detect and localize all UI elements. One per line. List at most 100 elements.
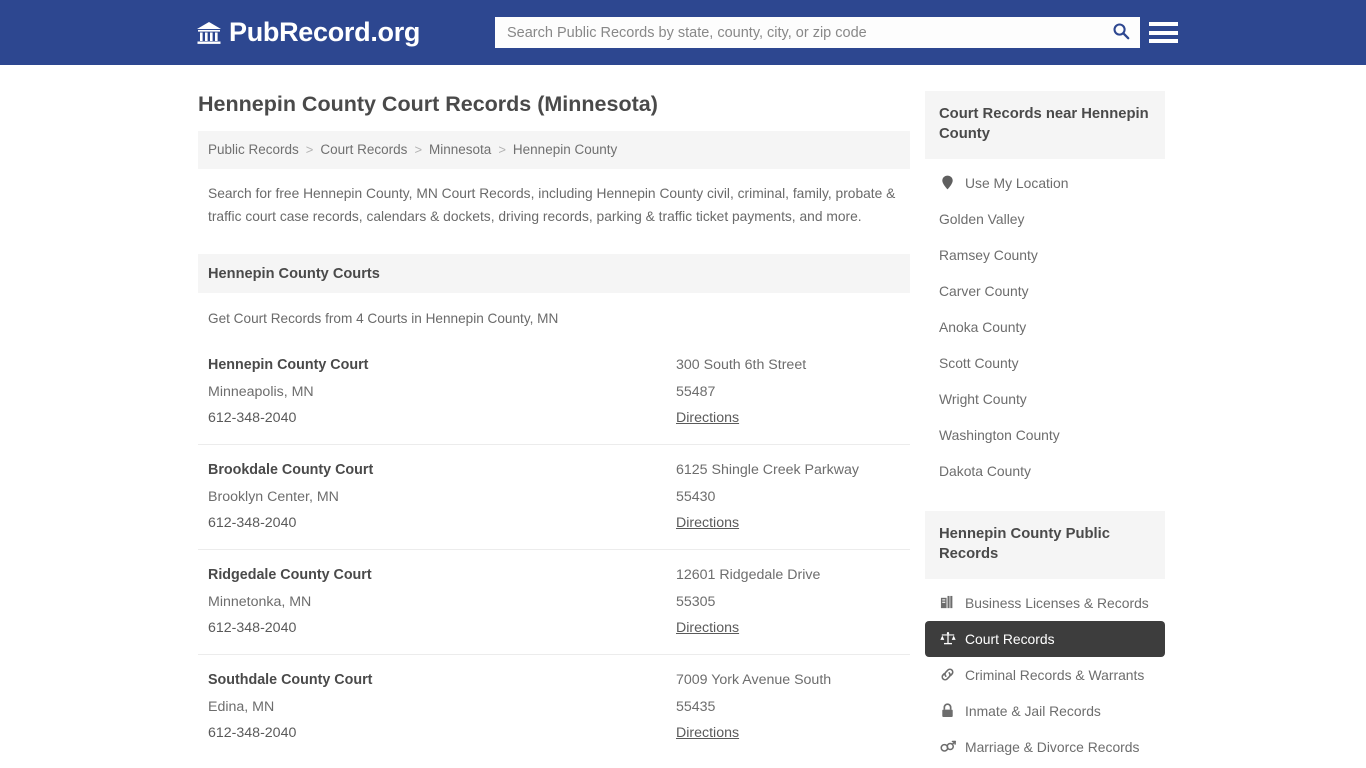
directions-link[interactable]: Directions	[676, 510, 739, 536]
court-name-link[interactable]: Hennepin County Court	[208, 352, 676, 378]
sidebar: Court Records near Hennepin County Use M…	[925, 91, 1165, 768]
court-city-state: Brooklyn Center, MN	[208, 488, 339, 505]
sidebar-item-label: Use My Location	[965, 174, 1069, 191]
court-street: 300 South 6th Street	[676, 357, 807, 374]
court-phone: 612-348-2040	[208, 515, 297, 532]
sidebar-item-ramsey-county[interactable]: Ramsey County	[925, 237, 1165, 273]
court-zip: 55487	[676, 383, 716, 400]
page-body: Hennepin County Court Records (Minnesota…	[0, 65, 1366, 768]
sidebar-item-label: Golden Valley	[939, 210, 1025, 227]
court-details: Southdale County Court Edina, MN 612-348…	[208, 667, 676, 746]
briefcase-icon	[939, 594, 956, 611]
table-row: Hennepin County Court Minneapolis, MN 61…	[198, 340, 910, 446]
sidebar-item-label: Dakota County	[939, 462, 1031, 479]
court-address: 7009 York Avenue South 55435 Directions	[676, 667, 900, 746]
court-phone: 612-348-2040	[208, 410, 297, 427]
directions-link[interactable]: Directions	[676, 615, 739, 641]
sidebar-item-label: Inmate & Jail Records	[965, 702, 1101, 719]
court-street: 12601 Ridgedale Drive	[676, 567, 821, 584]
table-row: Ridgedale County Court Minnetonka, MN 61…	[198, 550, 910, 656]
directions-link[interactable]: Directions	[676, 720, 739, 746]
courts-list: Hennepin County Court Minneapolis, MN 61…	[198, 340, 910, 759]
sidebar-header-public-records: Hennepin County Public Records	[925, 510, 1165, 579]
breadcrumb-item-hennepin-county[interactable]: Hennepin County	[513, 142, 617, 157]
sidebar-item-use-my-location[interactable]: Use My Location	[925, 165, 1165, 201]
sidebar-item-label: Court Records	[965, 630, 1055, 647]
sidebar-near-list: Use My Location Golden Valley Ramsey Cou…	[925, 165, 1165, 489]
court-address: 300 South 6th Street 55487 Directions	[676, 352, 900, 431]
site-header: PubRecord.org	[0, 0, 1366, 65]
hamburger-menu-button[interactable]	[1149, 18, 1178, 47]
court-city-state: Minnetonka, MN	[208, 593, 312, 610]
breadcrumb: Public Records > Court Records > Minneso…	[198, 130, 910, 169]
sidebar-item-label: Washington County	[939, 426, 1060, 443]
sidebar-item-golden-valley[interactable]: Golden Valley	[925, 201, 1165, 237]
search-icon	[1112, 22, 1130, 43]
sidebar-item-inmate-jail-records[interactable]: Inmate & Jail Records	[925, 693, 1165, 729]
main-column: Hennepin County Court Records (Minnesota…	[198, 65, 910, 768]
site-logo[interactable]: PubRecord.org	[196, 19, 420, 46]
court-details: Brookdale County Court Brooklyn Center, …	[208, 457, 676, 536]
hamburger-menu-icon	[1149, 39, 1178, 43]
bank-building-icon	[196, 21, 222, 45]
scales-of-justice-icon	[939, 630, 956, 647]
sidebar-header-court-records-near: Court Records near Hennepin County	[925, 91, 1165, 159]
sidebar-item-marriage-divorce-records[interactable]: Marriage & Divorce Records	[925, 729, 1165, 765]
breadcrumb-separator: >	[498, 142, 506, 158]
table-row: Brookdale County Court Brooklyn Center, …	[198, 445, 910, 551]
court-details: Ridgedale County Court Minnetonka, MN 61…	[208, 562, 676, 641]
sidebar-item-label: Carver County	[939, 282, 1029, 299]
court-name-link[interactable]: Brookdale County Court	[208, 457, 676, 483]
page-title: Hennepin County Court Records (Minnesota…	[198, 92, 658, 116]
court-name-link[interactable]: Southdale County Court	[208, 667, 676, 693]
content-container: Hennepin County Court Records (Minnesota…	[198, 65, 1168, 768]
section-header-hennepin-county-courts: Hennepin County Courts	[198, 254, 910, 294]
sidebar-item-dakota-county[interactable]: Dakota County	[925, 453, 1165, 489]
sidebar-item-washington-county[interactable]: Washington County	[925, 417, 1165, 453]
gender-symbols-icon	[939, 738, 956, 755]
sidebar-item-court-records[interactable]: Court Records	[925, 620, 1165, 657]
court-name-link[interactable]: Ridgedale County Court	[208, 562, 676, 588]
breadcrumb-item-public-records[interactable]: Public Records	[208, 142, 299, 157]
sidebar-public-records-block: Hennepin County Public Records Business …	[925, 510, 1165, 765]
hamburger-menu-icon	[1149, 22, 1178, 26]
table-row: Southdale County Court Edina, MN 612-348…	[198, 655, 910, 759]
breadcrumb-item-court-records[interactable]: Court Records	[320, 142, 407, 157]
sidebar-item-label: Business Licenses & Records	[965, 594, 1149, 611]
sidebar-item-label: Scott County	[939, 354, 1019, 371]
courts-count-note: Get Court Records from 4 Courts in Henne…	[208, 311, 559, 327]
directions-link[interactable]: Directions	[676, 405, 739, 431]
court-zip: 55435	[676, 698, 716, 715]
hamburger-menu-icon	[1149, 30, 1178, 35]
sidebar-item-label: Marriage & Divorce Records	[965, 738, 1140, 755]
sidebar-item-anoka-county[interactable]: Anoka County	[925, 309, 1165, 345]
search-input[interactable]	[495, 18, 1102, 47]
court-street: 7009 York Avenue South	[676, 672, 832, 689]
court-address: 6125 Shingle Creek Parkway 55430 Directi…	[676, 457, 900, 536]
lock-icon	[939, 702, 956, 719]
site-logo-text: PubRecord.org	[229, 17, 421, 47]
chain-link-icon	[939, 666, 956, 683]
court-city-state: Minneapolis, MN	[208, 383, 314, 400]
sidebar-item-criminal-records[interactable]: Criminal Records & Warrants	[925, 657, 1165, 693]
sidebar-item-carver-county[interactable]: Carver County	[925, 273, 1165, 309]
court-zip: 55305	[676, 593, 716, 610]
sidebar-item-label: Anoka County	[939, 318, 1027, 335]
sidebar-item-label: Wright County	[939, 390, 1027, 407]
court-details: Hennepin County Court Minneapolis, MN 61…	[208, 352, 676, 431]
court-zip: 55430	[676, 488, 716, 505]
sidebar-item-scott-county[interactable]: Scott County	[925, 345, 1165, 381]
page-intro-text: Search for free Hennepin County, MN Cour…	[208, 185, 896, 224]
breadcrumb-separator: >	[414, 142, 423, 158]
search-button[interactable]	[1102, 17, 1140, 48]
sidebar-item-wright-county[interactable]: Wright County	[925, 381, 1165, 417]
sidebar-public-records-list: Business Licenses & Records Court Record…	[925, 585, 1165, 765]
breadcrumb-separator: >	[305, 142, 314, 158]
court-phone: 612-348-2040	[208, 620, 297, 637]
sidebar-item-label: Criminal Records & Warrants	[965, 666, 1145, 683]
search-bar	[495, 17, 1140, 48]
map-pin-icon	[939, 174, 956, 191]
court-address: 12601 Ridgedale Drive 55305 Directions	[676, 562, 900, 641]
sidebar-item-business-licenses[interactable]: Business Licenses & Records	[925, 585, 1165, 621]
breadcrumb-item-minnesota[interactable]: Minnesota	[429, 142, 491, 157]
